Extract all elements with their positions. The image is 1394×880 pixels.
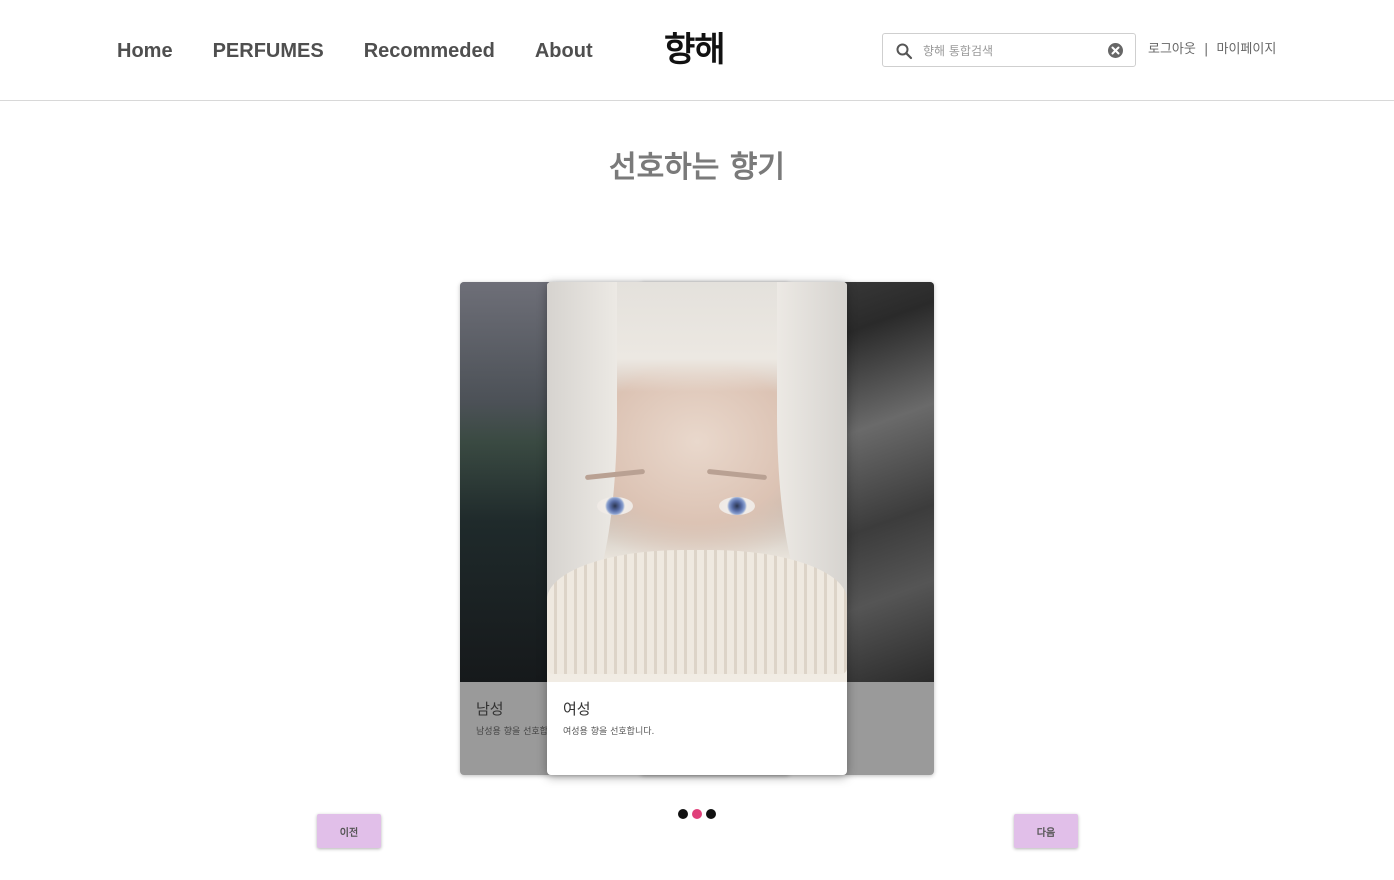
search-input[interactable] xyxy=(923,40,1093,62)
card-caption: 남성 xyxy=(476,700,504,718)
pagination-dot[interactable] xyxy=(678,809,688,819)
photo-sweater xyxy=(547,550,847,674)
pagination-dot-active[interactable] xyxy=(692,809,702,819)
search-box xyxy=(882,33,1136,67)
nav-perfumes-link[interactable]: PERFUMES xyxy=(213,38,324,64)
search-icon[interactable] xyxy=(895,42,913,60)
photo-eye-right xyxy=(719,497,755,515)
card-caption: 여성 xyxy=(563,700,591,718)
pagination-dot[interactable] xyxy=(706,809,716,819)
carousel-card-female[interactable]: 여성 여성용 향을 선호합니다. xyxy=(547,282,847,775)
prev-button[interactable]: 이전 xyxy=(317,814,381,848)
page-title: 선호하는 향기 xyxy=(608,150,786,185)
female-photo xyxy=(547,282,847,682)
account-links: 로그아웃 | 마이페이지 xyxy=(1148,41,1276,59)
photo-brow-right xyxy=(706,468,768,481)
main-nav: Home PERFUMES Recommeded About xyxy=(117,38,593,64)
account-separator: | xyxy=(1203,42,1209,57)
clear-icon[interactable] xyxy=(1107,42,1124,59)
next-button[interactable]: 다음 xyxy=(1014,814,1078,848)
carousel-pagination xyxy=(678,809,716,819)
photo-eye-left xyxy=(597,497,633,515)
card-description: 여성용 향을 선호합니다. xyxy=(563,727,655,737)
logout-link[interactable]: 로그아웃 xyxy=(1148,42,1196,57)
site-header: Home PERFUMES Recommeded About 향해 로그아웃 |… xyxy=(0,0,1394,101)
nav-recommended-link[interactable]: Recommeded xyxy=(364,38,495,64)
site-logo[interactable]: 향해 xyxy=(664,28,726,72)
nav-about-link[interactable]: About xyxy=(535,38,593,64)
mypage-link[interactable]: 마이페이지 xyxy=(1217,42,1277,57)
nav-home-link[interactable]: Home xyxy=(117,38,173,64)
